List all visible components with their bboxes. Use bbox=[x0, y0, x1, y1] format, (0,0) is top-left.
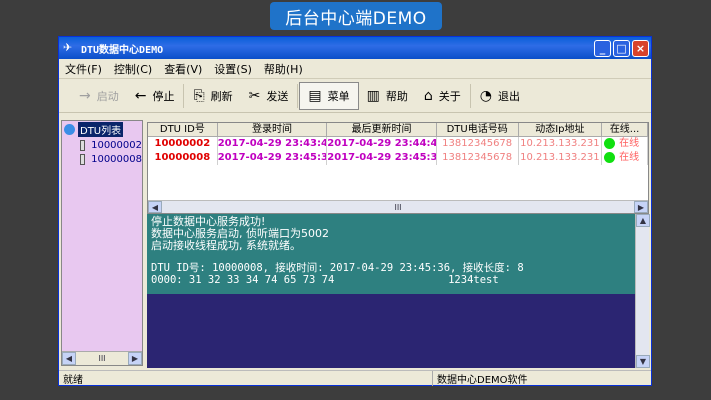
online-label: 在线 bbox=[619, 152, 640, 163]
book-icon: ▤ bbox=[308, 87, 322, 104]
scroll-left-icon[interactable]: ◀ bbox=[148, 201, 162, 213]
title-bar[interactable]: ✈ DTU数据中心DEMO _ □ × bbox=[59, 37, 651, 59]
scroll-grip: III bbox=[98, 354, 106, 363]
scroll-up-icon[interactable]: ▲ bbox=[636, 214, 650, 227]
close-button[interactable]: × bbox=[632, 39, 649, 57]
cell-online: 在线 bbox=[602, 151, 648, 165]
toolbar: → 启动 ← 停止 ⎘ 刷新 ✂ 发送 ▤ 菜单 ▥ 帮助 ⌂ 关于 ◔ 退出 bbox=[59, 79, 651, 113]
status-bar: 就绪 数据中心DEMO软件 bbox=[59, 370, 651, 386]
start-label: 启动 bbox=[96, 89, 119, 103]
cell-updated: 2017-04-29 23:44:47 bbox=[327, 137, 437, 151]
device-icon bbox=[80, 153, 86, 165]
online-status-icon bbox=[604, 137, 616, 149]
refresh-button[interactable]: ⎘ 刷新 bbox=[185, 82, 240, 110]
help-button[interactable]: ▥ 帮助 bbox=[359, 82, 416, 110]
scroll-left-icon[interactable]: ◀ bbox=[62, 352, 76, 365]
log-recv-line: DTU ID号: 10000008, 接收时间: 2017-04-29 23:4… bbox=[151, 262, 524, 274]
column-header[interactable]: 在线... bbox=[602, 123, 648, 136]
exit-icon: ◔ bbox=[479, 87, 492, 104]
scroll-grip: III bbox=[394, 202, 402, 212]
main-area: DTU列表 10000002 10000008 ◀ III ▶ DTU ID号 … bbox=[59, 114, 651, 369]
column-header[interactable]: DTU ID号 bbox=[148, 123, 218, 136]
table-header: DTU ID号 登录时间 最后更新时间 DTU电话号码 动态Ip地址 在线... bbox=[148, 123, 648, 137]
menu-settings[interactable]: 设置(S) bbox=[214, 61, 252, 77]
send-button[interactable]: ✂ 发送 bbox=[241, 82, 297, 110]
tree-item-label: 10000002 bbox=[91, 139, 142, 151]
log-hex-line: 0000: 31 32 33 34 74 65 73 74 1234test bbox=[151, 274, 499, 286]
column-header[interactable]: 登录时间 bbox=[218, 123, 328, 136]
column-header[interactable]: 最后更新时间 bbox=[327, 123, 437, 136]
tree-item-label: 10000008 bbox=[91, 153, 142, 165]
app-icon: ✈ bbox=[63, 41, 73, 54]
exit-button[interactable]: ◔ 退出 bbox=[472, 82, 528, 110]
window-title: DTU数据中心DEMO bbox=[81, 44, 164, 56]
refresh-icon: ⎘ bbox=[193, 87, 205, 104]
exit-label: 退出 bbox=[497, 89, 520, 103]
menu-file[interactable]: 文件(F) bbox=[65, 61, 102, 77]
table-row[interactable]: 10000008 2017-04-29 23:45:30 2017-04-29 … bbox=[148, 151, 648, 165]
menu-control[interactable]: 控制(C) bbox=[114, 61, 152, 77]
dtu-table: DTU ID号 登录时间 最后更新时间 DTU电话号码 动态Ip地址 在线...… bbox=[147, 122, 649, 214]
cell-login: 2017-04-29 23:43:46 bbox=[217, 137, 328, 151]
cell-id: 10000002 bbox=[148, 137, 218, 151]
cell-updated: 2017-04-29 23:45:36 bbox=[327, 151, 437, 165]
house-icon: ⌂ bbox=[423, 87, 433, 104]
banner-title: 后台中心端DEMO bbox=[270, 2, 442, 30]
stop-button[interactable]: ← 停止 bbox=[127, 82, 183, 110]
log-text: 停止数据中心服务成功! 数据中心服务启动, 侦听端口为5002 启动接收线程成功… bbox=[147, 214, 635, 294]
scroll-down-icon[interactable]: ▼ bbox=[636, 355, 650, 368]
cell-login: 2017-04-29 23:45:30 bbox=[217, 151, 328, 165]
table-scrollbar[interactable]: ◀ III ▶ bbox=[148, 200, 648, 213]
globe-icon bbox=[64, 124, 75, 135]
log-panel[interactable]: 停止数据中心服务成功! 数据中心服务启动, 侦听端口为5002 启动接收线程成功… bbox=[147, 214, 635, 368]
status-text: 就绪 bbox=[59, 371, 433, 386]
online-status-icon bbox=[604, 151, 616, 163]
log-spacer bbox=[151, 252, 631, 262]
cell-ip: 10.213.133.231 bbox=[519, 137, 603, 151]
menu-bar: 文件(F) 控制(C) 查看(V) 设置(S) 帮助(H) bbox=[59, 59, 651, 79]
arrow-left-icon: ← bbox=[134, 87, 147, 104]
tree-root[interactable]: DTU列表 bbox=[62, 121, 142, 138]
log-scrollbar[interactable]: ▲ ▼ bbox=[635, 214, 650, 368]
cell-ip: 10.213.133.231 bbox=[519, 151, 603, 165]
maximize-button[interactable]: □ bbox=[613, 39, 630, 57]
column-header[interactable]: 动态Ip地址 bbox=[519, 123, 603, 136]
refresh-label: 刷新 bbox=[210, 89, 233, 103]
app-window: ✈ DTU数据中心DEMO _ □ × 文件(F) 控制(C) 查看(V) 设置… bbox=[58, 36, 652, 386]
tree-root-label: DTU列表 bbox=[78, 122, 124, 137]
send-label: 发送 bbox=[266, 89, 289, 103]
online-label: 在线 bbox=[619, 138, 640, 149]
help-label: 帮助 bbox=[385, 89, 408, 103]
menu-button[interactable]: ▤ 菜单 bbox=[299, 81, 359, 110]
about-label: 关于 bbox=[438, 89, 461, 103]
arrow-right-icon: → bbox=[79, 87, 91, 104]
tree-item[interactable]: 10000008 bbox=[62, 152, 142, 166]
cell-phone: 13812345678 bbox=[437, 137, 519, 151]
device-icon bbox=[80, 139, 86, 151]
tree-item[interactable]: 10000002 bbox=[62, 138, 142, 152]
log-line: 启动接收线程成功, 系统就绪。 bbox=[151, 239, 301, 252]
status-app-name: 数据中心DEMO软件 bbox=[437, 375, 528, 386]
cell-id: 10000008 bbox=[148, 151, 218, 165]
menu-label: 菜单 bbox=[327, 89, 350, 103]
toolbar-separator bbox=[469, 83, 471, 108]
cell-online: 在线 bbox=[602, 137, 648, 151]
help-book-icon: ▥ bbox=[366, 87, 380, 104]
start-button[interactable]: → 启动 bbox=[71, 82, 127, 110]
toolbar-separator bbox=[183, 83, 185, 108]
about-button[interactable]: ⌂ 关于 bbox=[416, 82, 469, 110]
menu-help[interactable]: 帮助(H) bbox=[264, 61, 303, 77]
menu-view[interactable]: 查看(V) bbox=[164, 61, 202, 77]
scissors-icon: ✂ bbox=[248, 87, 261, 104]
column-header[interactable]: DTU电话号码 bbox=[437, 123, 519, 136]
scroll-right-icon[interactable]: ▶ bbox=[633, 201, 648, 213]
scroll-right-icon[interactable]: ▶ bbox=[127, 352, 142, 365]
stop-label: 停止 bbox=[152, 89, 175, 103]
cell-phone: 13812345678 bbox=[437, 151, 519, 165]
minimize-button[interactable]: _ bbox=[594, 39, 611, 57]
toolbar-separator bbox=[297, 83, 299, 108]
dtu-tree: DTU列表 10000002 10000008 ◀ III ▶ bbox=[61, 120, 143, 366]
tree-scrollbar[interactable]: ◀ III ▶ bbox=[62, 351, 142, 365]
table-row[interactable]: 10000002 2017-04-29 23:43:46 2017-04-29 … bbox=[148, 137, 648, 151]
